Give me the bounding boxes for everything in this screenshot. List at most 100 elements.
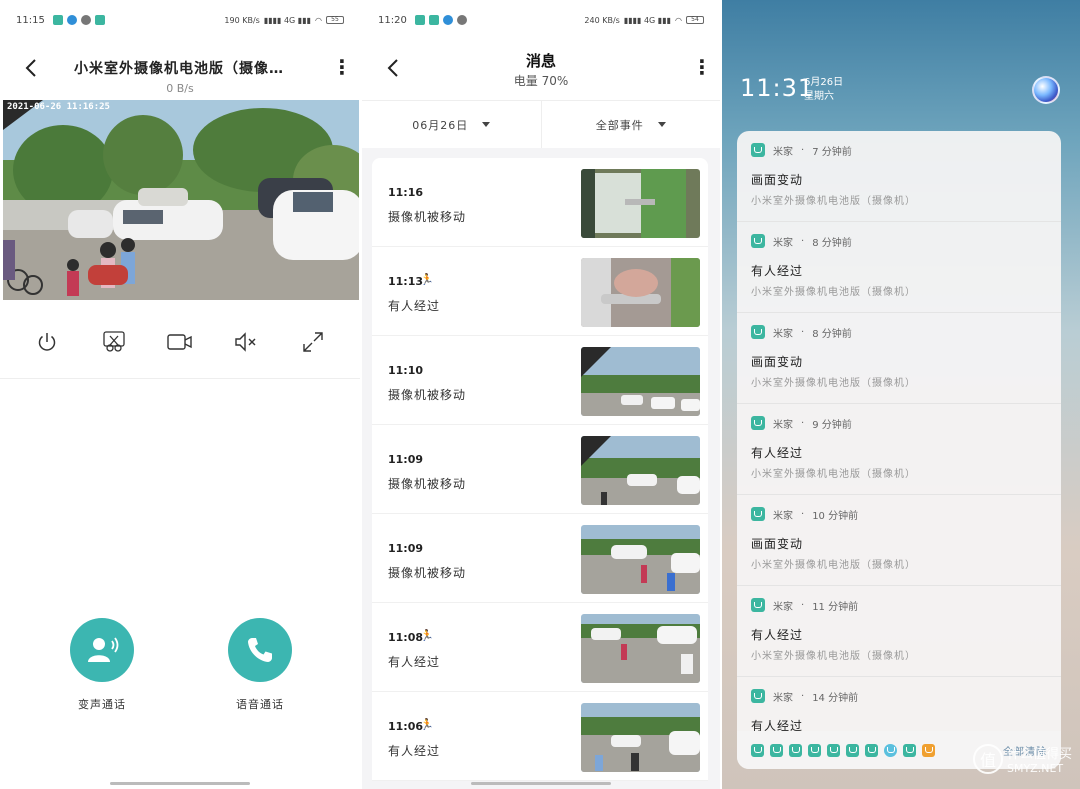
- mijia-app-icon: [751, 143, 765, 157]
- smzdm-logo-icon: 值: [972, 744, 1003, 774]
- event-type-filter[interactable]: 全部事件: [540, 101, 721, 148]
- notification-app: 米家: [773, 419, 793, 431]
- notification-time: 11 分钟前: [812, 601, 859, 613]
- fullscreen-button[interactable]: [299, 328, 327, 356]
- event-thumbnail[interactable]: [581, 258, 700, 327]
- event-thumbnail[interactable]: [581, 703, 700, 772]
- event-thumbnail[interactable]: [581, 347, 700, 416]
- signal-icon: ▮▮▮▮ 4G ▮▮▮: [263, 15, 312, 25]
- notification-item[interactable]: 米家 · 7 分钟前 画面变动 小米室外摄像机电池版（摄像机）: [737, 131, 1061, 222]
- person-walking-icon: 🏃: [420, 629, 434, 642]
- mijia-status-icon: [52, 15, 63, 25]
- status-time: 11:20: [378, 14, 407, 26]
- event-time: 11:10: [388, 364, 424, 377]
- battery-icon: 54: [686, 16, 704, 24]
- app-status-icon: [66, 15, 77, 25]
- event-item[interactable]: 11:09 摄像机被移动: [372, 514, 708, 603]
- notification-item[interactable]: 米家 · 8 分钟前 画面变动 小米室外摄像机电池版（摄像机）: [737, 313, 1061, 404]
- notification-body: 小米室外摄像机电池版（摄像机）: [751, 651, 916, 662]
- notification-time: 9 分钟前: [812, 419, 852, 431]
- event-thumbnail[interactable]: [581, 525, 700, 594]
- event-time: 11:09: [388, 542, 424, 555]
- event-item[interactable]: 11:09 摄像机被移动: [372, 425, 708, 514]
- notification-body: 小米室外摄像机电池版（摄像机）: [751, 469, 916, 480]
- mijia-app-icon: [808, 743, 821, 757]
- app-status-icon: [442, 15, 453, 25]
- event-thumbnail[interactable]: [581, 169, 700, 238]
- chat-status-icon: [456, 15, 467, 25]
- home-indicator[interactable]: [110, 782, 250, 785]
- net-speed: 240 KB/s: [584, 15, 620, 25]
- event-item[interactable]: 11:13 🏃 有人经过: [372, 247, 708, 336]
- app-header: 小米室外摄像机电池版（摄像… ⋮ 0 B/s: [0, 48, 360, 98]
- assistant-orb-icon[interactable]: [1032, 76, 1060, 104]
- mijia-app-icon: [846, 743, 859, 757]
- wifi-icon: ◠: [315, 15, 322, 25]
- event-filter-label: 全部事件: [595, 118, 644, 132]
- notification-item[interactable]: 米家 · 10 分钟前 画面变动 小米室外摄像机电池版（摄像机）: [737, 495, 1061, 586]
- event-item[interactable]: 11:16 摄像机被移动: [372, 158, 708, 247]
- record-button[interactable]: [166, 328, 194, 356]
- notification-item[interactable]: 米家 · 8 分钟前 有人经过 小米室外摄像机电池版（摄像机）: [737, 222, 1061, 313]
- event-label: 有人经过: [388, 655, 441, 669]
- event-time: 11:13: [388, 275, 424, 288]
- scissors-icon: [102, 331, 125, 352]
- voice-change-call-button[interactable]: [70, 618, 134, 682]
- mijia-app-icon: [751, 325, 765, 339]
- person-walking-icon: 🏃: [420, 718, 434, 731]
- event-time: 11:06: [388, 720, 424, 733]
- event-label: 摄像机被移动: [388, 477, 467, 491]
- notification-item[interactable]: 米家 · 9 分钟前 有人经过 小米室外摄像机电池版（摄像机）: [737, 404, 1061, 495]
- watermark-sub: SMYZ.NET: [1006, 762, 1064, 775]
- notification-item[interactable]: 米家 · 11 分钟前 有人经过 小米室外摄像机电池版（摄像机）: [737, 586, 1061, 677]
- notification-time: 8 分钟前: [812, 328, 852, 340]
- notification-title: 画面变动: [751, 537, 804, 551]
- event-label: 有人经过: [388, 744, 441, 758]
- home-indicator[interactable]: [471, 782, 611, 785]
- notification-app: 米家: [773, 237, 793, 249]
- event-thumbnail[interactable]: [581, 614, 700, 683]
- date-filter[interactable]: 06月26日: [362, 101, 541, 148]
- live-video[interactable]: 2021-06-26 11:16:25: [3, 100, 359, 300]
- chat-app-icon: [884, 743, 897, 757]
- event-list: 11:16 摄像机被移动 11:13 🏃 有人经过 11:10 摄像机被移动 1…: [372, 158, 708, 781]
- notification-time: 7 分钟前: [812, 146, 852, 158]
- page-title: 消息: [525, 52, 556, 70]
- camera-live-screen: 11:15 190 KB/s ▮▮▮▮ 4G ▮▮▮ ◠ 55 小米室外摄像机电…: [0, 0, 360, 789]
- power-button[interactable]: [33, 328, 61, 356]
- caret-down-icon: [657, 122, 666, 127]
- watermark-text: 什么值得买: [1006, 747, 1072, 762]
- event-time: 11:08: [388, 631, 424, 644]
- wifi-icon: ◠: [675, 15, 682, 25]
- bitrate-label: 0 B/s: [166, 82, 194, 95]
- event-time: 11:16: [388, 186, 424, 199]
- divider: [0, 378, 360, 379]
- notification-body: 小米室外摄像机电池版（摄像机）: [751, 378, 916, 389]
- camera-scene: [3, 100, 359, 300]
- event-item[interactable]: 11:06 🏃 有人经过: [372, 692, 708, 781]
- voice-change-icon: [88, 637, 119, 662]
- caret-down-icon: [482, 122, 491, 127]
- mijia-app-icon: [751, 743, 764, 757]
- event-label: 摄像机被移动: [388, 210, 467, 224]
- lock-screen: 11:31 6月26日 星期六 米家 · 7 分钟前 画面变动 小米室外摄像机电池版…: [722, 0, 1080, 789]
- back-button[interactable]: [20, 56, 44, 80]
- mute-button[interactable]: [232, 328, 260, 356]
- fullscreen-icon: [303, 332, 323, 352]
- mijia-app-icon: [770, 743, 783, 757]
- event-item[interactable]: 11:08 🏃 有人经过: [372, 603, 708, 692]
- playback-controls: [0, 322, 360, 362]
- event-item[interactable]: 11:10 摄像机被移动: [372, 336, 708, 425]
- more-menu-button[interactable]: ⋮: [692, 56, 712, 80]
- watermark: 值 什么值得买 SMYZ.NET: [972, 743, 1072, 775]
- event-thumbnail[interactable]: [581, 436, 700, 505]
- screenshot-button[interactable]: [100, 328, 128, 356]
- record-icon: [167, 334, 192, 350]
- notification-title: 有人经过: [751, 446, 804, 460]
- power-icon: [38, 333, 56, 351]
- event-label: 摄像机被移动: [388, 566, 467, 580]
- status-time: 11:15: [16, 14, 45, 26]
- more-menu-button[interactable]: ⋮: [332, 56, 352, 80]
- voice-call-button[interactable]: [228, 618, 292, 682]
- notification-time: 14 分钟前: [812, 692, 859, 704]
